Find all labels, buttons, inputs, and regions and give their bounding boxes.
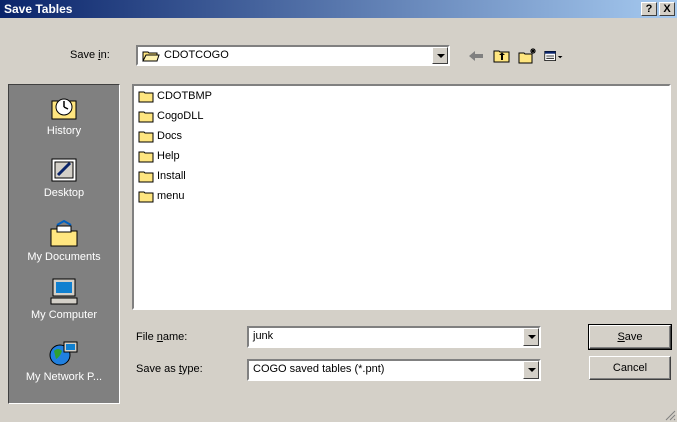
save-in-dropdown-button[interactable] [432, 47, 448, 64]
places-item-label: History [46, 125, 82, 137]
save-button[interactable]: Save [588, 324, 672, 350]
places-item-label: Desktop [43, 187, 85, 199]
my-network-places-icon [49, 341, 78, 366]
places-item-history[interactable]: History [9, 93, 119, 137]
save-in-value: CDOTCOGO [164, 49, 229, 61]
list-item[interactable]: CDOTBMP [138, 86, 212, 106]
folder-icon [138, 91, 154, 103]
list-item[interactable]: Install [138, 166, 186, 186]
save-as-type-label: Save as type: [136, 363, 203, 375]
list-item[interactable]: Help [138, 146, 180, 166]
desktop-icon [51, 158, 77, 182]
file-list[interactable]: CDOTBMP CogoDLL Docs Help Install menu [132, 84, 671, 310]
folder-name: Help [157, 150, 180, 162]
save-as-type-dropdown[interactable]: COGO saved tables (*.pnt) [247, 359, 541, 381]
places-item-my-documents[interactable]: My Documents [9, 219, 119, 263]
list-item[interactable]: CogoDLL [138, 106, 203, 126]
places-item-label: My Documents [27, 251, 101, 263]
open-folder-icon [142, 51, 160, 62]
save-in-label: Save in: [70, 49, 110, 61]
list-item[interactable]: menu [138, 186, 185, 206]
history-icon [51, 98, 77, 120]
file-name-label: File name: [136, 331, 188, 343]
up-one-level-icon[interactable] [492, 47, 512, 65]
folder-name: Install [157, 170, 186, 182]
folder-name: CDOTBMP [157, 90, 212, 102]
places-item-label: My Computer [30, 309, 98, 321]
cancel-button[interactable]: Cancel [589, 356, 671, 380]
folder-name: menu [157, 190, 185, 202]
resize-grip-icon[interactable] [664, 409, 676, 421]
list-item[interactable]: Docs [138, 126, 182, 146]
folder-icon [138, 191, 154, 203]
file-name-dropdown-button[interactable] [523, 328, 539, 346]
my-computer-icon [50, 278, 78, 305]
save-in-dropdown[interactable]: CDOTCOGO [136, 45, 450, 66]
file-name-value: junk [253, 330, 274, 342]
folder-icon [138, 151, 154, 163]
my-documents-icon [50, 219, 78, 247]
create-new-folder-icon[interactable] [518, 47, 538, 65]
places-bar: History Desktop My Documents My Computer… [8, 84, 120, 404]
save-as-type-value: COGO saved tables (*.pnt) [253, 363, 385, 375]
save-tables-dialog: Save Tables ? X Save in: CDOTCOGO Histor… [0, 0, 677, 422]
folder-icon [138, 111, 154, 123]
folder-name: CogoDLL [157, 110, 204, 122]
back-icon[interactable] [466, 47, 486, 65]
help-button[interactable]: ? [641, 2, 657, 16]
folder-name: Docs [157, 130, 183, 142]
save-as-type-dropdown-button[interactable] [523, 361, 539, 379]
folder-icon [138, 131, 154, 143]
folder-icon [138, 171, 154, 183]
close-button[interactable]: X [659, 2, 675, 16]
view-menu-icon[interactable] [544, 47, 564, 65]
places-item-my-computer[interactable]: My Computer [9, 277, 119, 321]
file-name-input[interactable]: junk [247, 326, 541, 348]
places-item-desktop[interactable]: Desktop [9, 155, 119, 199]
title-bar[interactable]: Save Tables ? X [0, 0, 677, 18]
places-item-label: My Network P... [25, 371, 103, 383]
places-item-my-network-places[interactable]: My Network P... [9, 339, 119, 383]
window-title: Save Tables [4, 2, 73, 16]
